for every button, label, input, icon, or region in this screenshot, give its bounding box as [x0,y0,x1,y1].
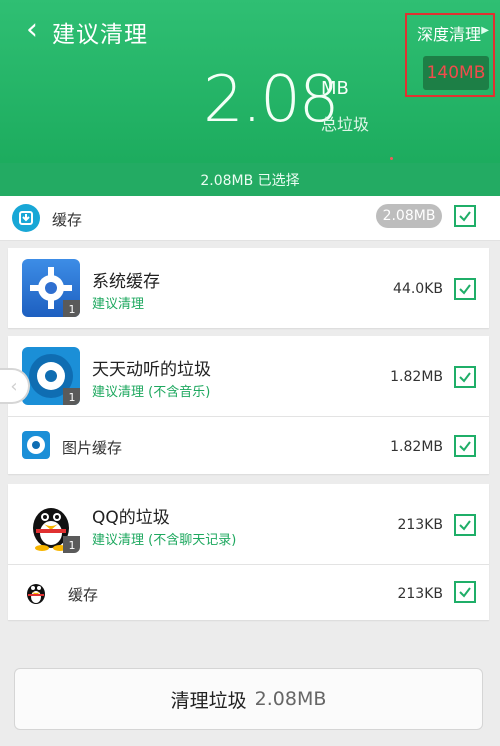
deep-clean-size: 140MB [423,56,489,90]
clean-button[interactable]: 清理垃圾 2.08MB [14,668,483,730]
clean-button-label: 清理垃圾 [170,689,247,712]
chevron-left-icon: ‹ [10,375,18,397]
item-subtitle: 建议清理 (不含聊天记录) [92,533,237,548]
list-item[interactable]: 缓存 213KB [8,565,489,620]
qq-penguin-icon: 1 [22,495,80,553]
item-size: 1.82MB [390,439,443,455]
item-title: 天天动听的垃圾 [92,360,211,380]
gear-icon: 1 [22,259,80,317]
total-size-unit: MB [321,78,349,99]
total-size-label: 总垃圾 [321,115,370,134]
music-app-card: 1 天天动听的垃圾 建议清理 (不含音乐) 1.82MB 图片缓存 1.82MB [8,336,489,474]
cache-section-checkbox[interactable] [454,205,476,227]
system-cache-card: 1 系统缓存 建议清理 44.0KB [8,248,489,328]
item-checkbox[interactable] [454,366,476,388]
item-title: 系统缓存 [92,272,160,292]
list-item[interactable]: 图片缓存 1.82MB [8,417,489,474]
item-title: QQ的垃圾 [92,508,170,528]
count-badge: 1 [63,536,80,553]
music-app-icon: 1 [22,347,80,405]
selected-summary: 2.08MB 已选择 [0,163,500,196]
cache-section-size: 2.08MB [376,204,442,228]
deep-clean-button[interactable]: 深度清理 [417,21,481,45]
clean-button-size: 2.08MB [254,688,327,710]
header: ‹ 建议清理 深度清理 ▶ 140MB 2.08 MB 总垃圾 2.08MB 已… [0,0,500,196]
item-checkbox[interactable] [454,278,476,300]
qq-penguin-small-icon [22,578,50,606]
list-item[interactable]: 1 天天动听的垃圾 建议清理 (不含音乐) 1.82MB [8,336,489,416]
download-box-icon [12,204,40,232]
red-dot [390,157,393,160]
item-subtitle: 建议清理 (不含音乐) [92,385,211,400]
back-button[interactable]: ‹ [18,14,46,46]
cache-section-label: 缓存 [52,211,83,229]
item-size: 44.0KB [393,281,443,297]
item-size: 1.82MB [390,369,443,385]
item-size: 213KB [397,586,443,602]
deep-clean-highlight[interactable]: 深度清理 ▶ 140MB [405,13,495,97]
item-subtitle: 建议清理 [92,297,145,312]
chevron-left-icon: ‹ [26,12,38,47]
page-title: 建议清理 [52,22,148,48]
item-checkbox[interactable] [454,435,476,457]
qq-card: 1 QQ的垃圾 建议清理 (不含聊天记录) 213KB 缓存 213KB [8,484,489,620]
list-item[interactable]: 1 QQ的垃圾 建议清理 (不含聊天记录) 213KB [8,484,489,564]
small-arrow-icon: ▶ [481,25,489,36]
item-title: 缓存 [68,586,99,604]
total-size: 2.08 [203,63,339,137]
list-item[interactable]: 1 系统缓存 建议清理 44.0KB [8,248,489,328]
item-size: 213KB [397,517,443,533]
item-checkbox[interactable] [454,514,476,536]
cache-section-row[interactable]: 缓存 2.08MB [0,196,500,241]
item-title: 图片缓存 [62,439,123,457]
music-app-small-icon [22,431,50,459]
count-badge: 1 [63,300,80,317]
item-checkbox[interactable] [454,581,476,603]
count-badge: 1 [63,388,80,405]
